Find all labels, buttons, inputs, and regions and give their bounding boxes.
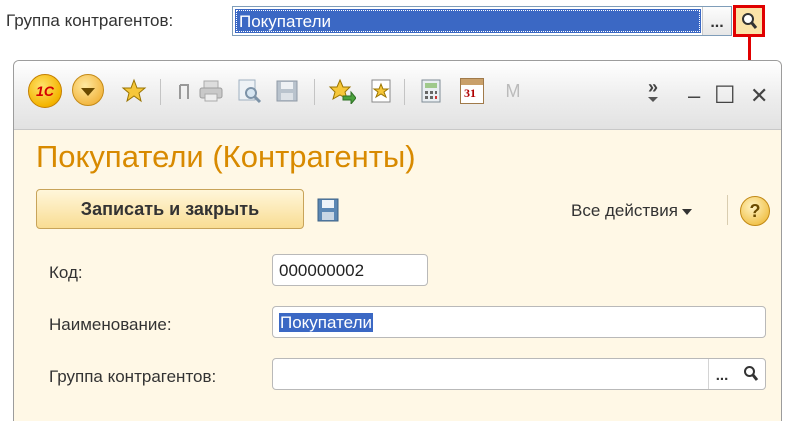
calendar-icon[interactable]: 31 <box>456 74 488 108</box>
favorites-icon[interactable] <box>366 74 396 108</box>
print-icon[interactable] <box>196 74 226 108</box>
help-button[interactable]: ? <box>740 196 770 226</box>
name-label: Наименование: <box>49 315 172 334</box>
more-label: » <box>647 77 658 97</box>
group-label: Группа контрагентов: <box>6 11 174 30</box>
menu-icon[interactable] <box>72 74 104 106</box>
form-title: Покупатели (Контрагенты) <box>36 139 416 174</box>
logo-1c[interactable]: 1C <box>28 74 62 108</box>
search-button[interactable] <box>733 5 765 37</box>
all-actions-label: Все действия <box>571 201 678 220</box>
window-titlebar: 1C 31 M » – ☐ ✕ <box>14 61 781 130</box>
save-and-close-button[interactable]: Записать и закрыть <box>36 189 304 229</box>
search-icon <box>742 13 758 29</box>
search-icon[interactable] <box>743 365 759 388</box>
code-field[interactable]: 000000002 <box>272 254 428 286</box>
name-value: Покупатели <box>279 313 373 332</box>
group-field-value[interactable]: Покупатели <box>235 9 701 33</box>
more-icon[interactable]: » <box>638 74 668 108</box>
calendar-day: 31 <box>464 86 476 100</box>
preview-icon[interactable] <box>234 74 264 108</box>
all-actions-menu[interactable]: Все действия <box>571 201 692 221</box>
chevron-down-icon <box>681 208 692 215</box>
calculator-icon[interactable] <box>416 74 446 108</box>
group-label-form: Группа контрагентов: <box>49 367 217 386</box>
star-icon[interactable] <box>117 74 151 108</box>
group-field[interactable]: Покупатели ... <box>232 6 732 36</box>
history-icon[interactable] <box>176 74 192 108</box>
save-icon[interactable] <box>272 74 302 108</box>
minimize-button[interactable]: – <box>688 83 700 109</box>
favorites-add-icon[interactable] <box>326 74 358 108</box>
form-window: 1C 31 M » – ☐ ✕ Покупатели (Контрагенты)… <box>13 60 782 421</box>
maximize-button[interactable]: ☐ <box>714 81 736 110</box>
group-choose-button[interactable]: ... <box>708 359 735 389</box>
name-field[interactable]: Покупатели <box>272 306 766 338</box>
group-field-form[interactable]: ... <box>272 358 766 390</box>
code-label: Код: <box>49 263 83 282</box>
m-icon[interactable]: M <box>498 74 528 108</box>
save-icon[interactable] <box>316 197 340 228</box>
choose-button[interactable]: ... <box>702 7 731 35</box>
m-label: M <box>505 80 521 101</box>
code-value: 000000002 <box>279 261 365 280</box>
close-button[interactable]: ✕ <box>750 83 768 109</box>
